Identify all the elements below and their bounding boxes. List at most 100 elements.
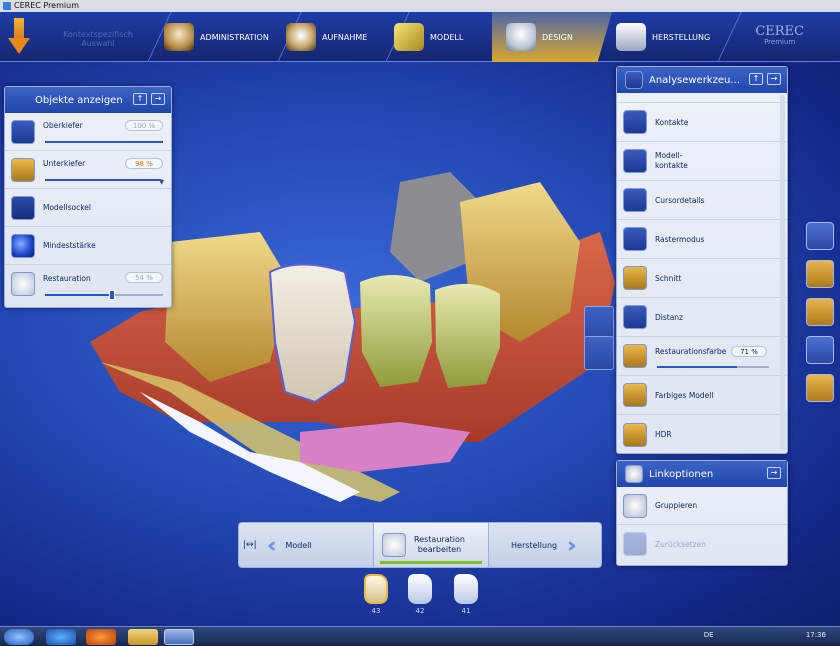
restoration-color-icon [623, 344, 647, 368]
tool-farbiges-modell[interactable]: Farbiges Modell [617, 376, 787, 415]
collapse-icon[interactable]: → [767, 467, 781, 479]
objects-panel-title: Objekte anzeigen [35, 94, 123, 106]
pin-icon[interactable]: ↑ [133, 93, 147, 105]
tool-kontakte[interactable]: Kontakte [617, 103, 787, 142]
section-icon [623, 266, 647, 290]
model-contacts-icon [623, 149, 647, 173]
cursor-details-icon [623, 188, 647, 212]
media-player-icon[interactable] [86, 629, 116, 645]
collapse-icon[interactable]: → [151, 93, 165, 105]
contacts-icon [623, 110, 647, 134]
ring-tool-button[interactable] [806, 260, 834, 288]
oberkiefer-percent[interactable]: 100 % [125, 120, 163, 131]
start-button[interactable] [4, 629, 34, 645]
workflow-next-herstellung[interactable]: Herstellung ›› [495, 523, 599, 567]
analysis-icon [625, 71, 643, 89]
view-cube-button[interactable] [806, 222, 834, 250]
object-row-restauration[interactable]: Restauration 54 % [5, 265, 171, 303]
design-tooth-icon [506, 23, 536, 51]
grid-mode-icon [623, 227, 647, 251]
window-title: CEREC Premium [14, 1, 79, 10]
analysis-scrollbar[interactable] [780, 95, 785, 451]
lower-jaw-icon [11, 157, 35, 182]
windows-taskbar: DE 17:36 [0, 626, 840, 646]
rotate-view-button[interactable] [584, 306, 614, 340]
unterkiefer-slider[interactable] [45, 179, 163, 181]
clock[interactable]: 17:36 [806, 631, 826, 639]
slider-knob[interactable] [108, 290, 115, 300]
ie-icon[interactable] [46, 629, 76, 645]
scan-jaw-icon [286, 23, 316, 51]
tooth-number: 43 [371, 607, 381, 615]
object-row-oberkiefer[interactable]: Oberkiefer 100 % [5, 113, 171, 151]
tool-distanz[interactable]: Distanz [617, 298, 787, 337]
cerec-task-button[interactable] [164, 629, 194, 645]
distance-icon [623, 305, 647, 329]
workflow-prev-modell[interactable]: ‹‹ Modell [267, 523, 371, 567]
tooth-43[interactable] [364, 574, 388, 604]
object-row-unterkiefer[interactable]: Unterkiefer 98 % ▼ [5, 151, 171, 189]
unterkiefer-percent[interactable]: 98 % [125, 158, 163, 169]
restaurationsfarbe-slider[interactable] [657, 366, 769, 368]
restauration-percent[interactable]: 54 % [125, 272, 163, 283]
link-zuruecksetzen[interactable]: Zurücksetzen [617, 525, 787, 563]
scan-tool-button[interactable] [806, 298, 834, 326]
tooth-number: 41 [461, 607, 471, 615]
workflow-navigator: |↔| ‹‹ Modell Restauration bearbeiten He… [238, 522, 602, 568]
tab-design[interactable]: DESIGN [492, 12, 612, 62]
tool-schnitt[interactable]: Schnitt [617, 259, 787, 298]
cerec-logo-icon [3, 2, 11, 10]
link-tool-button[interactable] [806, 374, 834, 402]
back-arrow-button[interactable] [8, 18, 30, 56]
unlock-button[interactable] [584, 336, 614, 370]
restoration-icon [11, 272, 35, 296]
explorer-icon[interactable] [128, 629, 158, 645]
link-gruppieren[interactable]: Gruppieren [617, 487, 787, 525]
language-indicator[interactable]: DE [704, 631, 714, 639]
link-panel-header: Linkoptionen → [617, 461, 787, 487]
restaurationsfarbe-percent[interactable]: 71 % [731, 346, 767, 357]
link-panel-title: Linkoptionen [649, 468, 714, 480]
chevrons-right-icon: ›› [567, 533, 578, 557]
restoration-icon [382, 533, 406, 557]
restauration-slider[interactable] [45, 290, 163, 300]
tooth-42[interactable] [408, 574, 432, 604]
chevron-down-icon[interactable]: ▼ [159, 179, 164, 186]
context-hint: Kontextspezifisch Auswahl [63, 30, 133, 48]
link-options-panel: Linkoptionen → Gruppieren Zurücksetzen [616, 460, 788, 566]
object-row-mindeststaerke[interactable]: Mindeststärke [5, 227, 171, 265]
fit-view-icon[interactable]: |↔| [243, 523, 257, 567]
tool-rastermodus[interactable]: Rastermodus [617, 220, 787, 259]
model-block-icon [394, 23, 424, 51]
step-progress-bar [380, 561, 482, 564]
analysis-tools-panel: Analysewerkzeu... ↑ → Kontakte Modell- k… [616, 66, 788, 454]
cerec-brand: CEREC Premium [755, 24, 804, 46]
system-tray: DE 17:36 [704, 631, 826, 639]
workflow-current-step[interactable]: Restauration bearbeiten [373, 523, 489, 567]
pin-icon[interactable]: ↑ [749, 73, 763, 85]
object-row-modellsockel[interactable]: Modellsockel [5, 189, 171, 227]
link-icon [625, 465, 643, 483]
tooth-41[interactable] [454, 574, 478, 604]
tool-modellkontakte[interactable]: Modell- kontakte [617, 142, 787, 181]
oberkiefer-slider[interactable] [45, 141, 163, 143]
back-arrow-icon [14, 18, 24, 40]
tab-administration[interactable]: ADMINISTRATION [164, 12, 282, 62]
analysis-panel-header: Analysewerkzeu... ↑ → [617, 67, 787, 93]
analysis-tool-button[interactable] [806, 336, 834, 364]
phase-toolbar: Kontextspezifisch Auswahl ADMINISTRATION… [0, 12, 840, 62]
reset-icon [623, 532, 647, 556]
hdr-icon [623, 422, 647, 447]
tool-restaurationsfarbe[interactable]: Restaurationsfarbe 71 % [617, 337, 787, 376]
tooth-number: 42 [415, 607, 425, 615]
tab-modell[interactable]: MODELL [394, 12, 490, 62]
tool-hdr[interactable]: HDR [617, 415, 787, 454]
collapse-icon[interactable]: → [767, 73, 781, 85]
window-title-bar: CEREC Premium [0, 0, 840, 12]
tool-cursordetails[interactable]: Cursordetails [617, 181, 787, 220]
analysis-panel-title: Analysewerkzeu... [649, 74, 740, 86]
chevrons-left-icon: ‹‹ [267, 533, 278, 557]
objects-panel-header: Objekte anzeigen ↑ → [5, 87, 171, 113]
objects-panel: Objekte anzeigen ↑ → Oberkiefer 100 % Un… [4, 86, 172, 308]
jaw-icon [164, 23, 194, 51]
